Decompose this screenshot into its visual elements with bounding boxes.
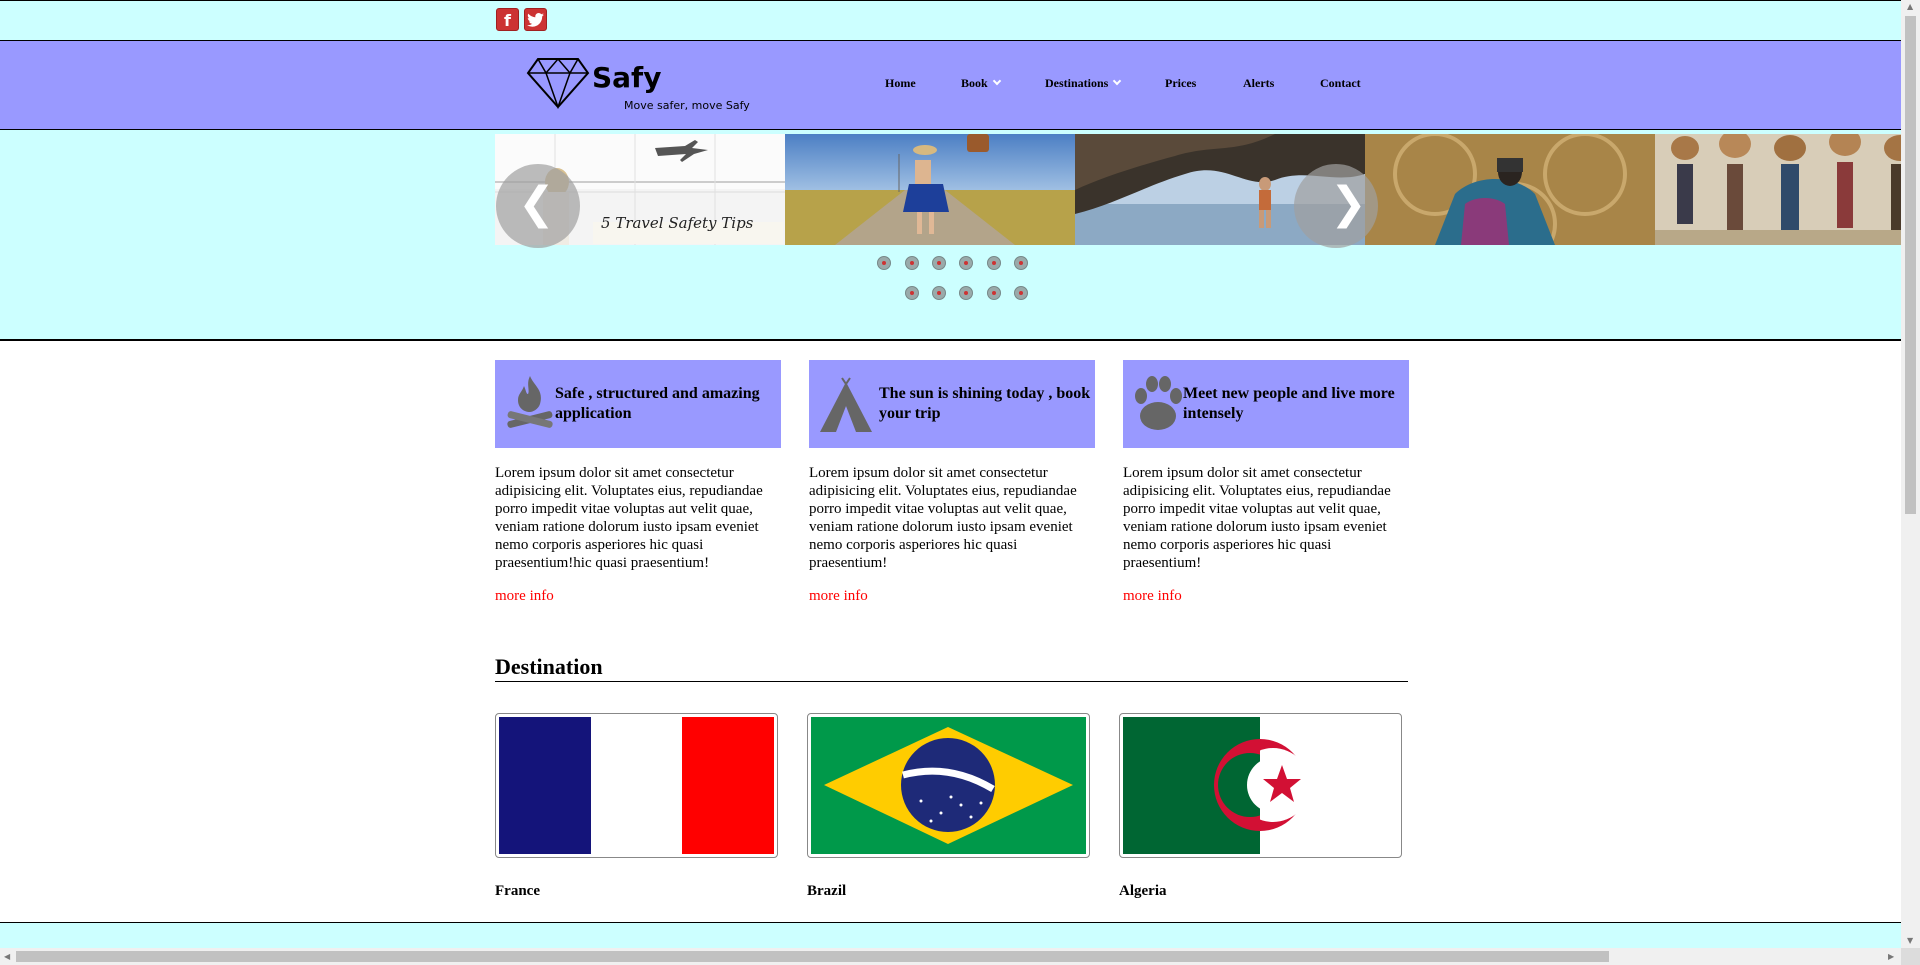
slider-dot[interactable] (932, 286, 946, 300)
scroll-left-icon[interactable]: ◀ (4, 952, 10, 961)
chevron-right-icon: ❯ (1330, 178, 1367, 229)
flag-brazil (811, 717, 1086, 854)
more-info-link[interactable]: more info (1123, 588, 1182, 605)
slider-dot[interactable] (987, 286, 1001, 300)
scroll-up-icon[interactable]: ▲ (1907, 2, 1913, 11)
feature-title: Meet new people and live more intensely (1183, 385, 1395, 422)
chevron-down-icon (992, 76, 1001, 86)
feature-text: Lorem ipsum dolor sit amet consectetur a… (809, 465, 1077, 571)
image-slider: 5 Travel Safety Tips ❮ ❯ (0, 130, 1901, 341)
scroll-down-icon[interactable]: ▼ (1907, 936, 1913, 945)
twitter-bird-icon (527, 13, 544, 27)
slide-road-trip[interactable] (785, 134, 1075, 245)
nav-contact-label: Contact (1320, 76, 1361, 90)
nav-prices[interactable]: Prices (1165, 76, 1196, 96)
nav-alerts[interactable]: Alerts (1243, 76, 1274, 96)
slider-dot[interactable] (1014, 256, 1028, 270)
feature-box-safe: Safe , structured and amazing applicatio… (495, 360, 781, 448)
logo-tagline: Move safer, move Safy (624, 99, 750, 112)
feature-text: Lorem ipsum dolor sit amet consectetur a… (1123, 465, 1391, 571)
slider-prev-button[interactable]: ❮ (496, 164, 580, 248)
feature-title: The sun is shining today , book your tri… (879, 385, 1091, 422)
nav-book[interactable]: Book (961, 76, 1001, 96)
page: f Safy Move safer, move Safy Home Book D… (0, 0, 1901, 948)
scrollbar-corner (1901, 948, 1920, 965)
scroll-right-icon[interactable]: ▶ (1888, 952, 1894, 961)
feature-text: Lorem ipsum dolor sit amet consectetur a… (495, 465, 763, 571)
feature-box-meet: Meet new people and live more intensely (1123, 360, 1409, 448)
horizontal-scrollbar[interactable]: ◀ ▶ (0, 948, 1901, 965)
nav-book-label: Book (961, 76, 988, 90)
campfire-icon (507, 376, 553, 428)
destination-name: France (495, 883, 540, 899)
destination-card-france[interactable] (495, 713, 778, 858)
feature-box-sun: The sun is shining today , book your tri… (809, 360, 1095, 448)
horizontal-scroll-thumb[interactable] (16, 951, 1609, 962)
slider-dot[interactable] (932, 256, 946, 270)
slider-dot[interactable] (877, 256, 891, 270)
flag-france (499, 717, 774, 854)
diamond-icon (526, 57, 590, 109)
destination-name: Brazil (807, 883, 847, 899)
nav-destinations-label: Destinations (1045, 76, 1109, 90)
top-bar: f (0, 0, 1901, 40)
slider-dot[interactable] (987, 256, 1001, 270)
nav-destinations[interactable]: Destinations (1045, 76, 1122, 96)
vertical-scroll-thumb[interactable] (1905, 16, 1916, 514)
slider-dot[interactable] (905, 286, 919, 300)
slider-dot[interactable] (959, 256, 973, 270)
chevron-down-icon (1113, 76, 1122, 86)
paw-icon (1135, 376, 1182, 430)
nav-alerts-label: Alerts (1243, 76, 1275, 90)
footer (0, 922, 1901, 948)
slide-caption: 5 Travel Safety Tips (601, 214, 754, 232)
logo-name: Safy (592, 61, 662, 94)
logo[interactable]: Safy Move safer, move Safy (526, 57, 756, 119)
destination-card-algeria[interactable] (1119, 713, 1402, 858)
slider-dot[interactable] (1014, 286, 1028, 300)
nav-home[interactable]: Home (885, 76, 916, 96)
nav-contact[interactable]: Contact (1320, 76, 1361, 96)
destination-heading: Destination (495, 654, 1408, 682)
more-info-link[interactable]: more info (495, 588, 554, 605)
twitter-icon[interactable] (524, 8, 547, 31)
destination-card-brazil[interactable] (807, 713, 1090, 858)
destination-name: Algeria (1119, 883, 1167, 899)
nav-prices-label: Prices (1165, 76, 1197, 90)
slide-morocco[interactable] (1365, 134, 1655, 245)
nav-home-label: Home (885, 76, 916, 90)
slider-dot[interactable] (905, 256, 919, 270)
chevron-left-icon: ❮ (518, 178, 555, 229)
more-info-link[interactable]: more info (809, 588, 868, 605)
flag-algeria (1123, 717, 1398, 854)
vertical-scrollbar[interactable]: ▲ ▼ (1901, 0, 1920, 948)
feature-title: Safe , structured and amazing applicatio… (555, 385, 760, 422)
facebook-icon[interactable]: f (496, 8, 519, 31)
tent-icon (820, 377, 872, 432)
slider-track: 5 Travel Safety Tips (495, 134, 1901, 245)
slider-dot[interactable] (959, 286, 973, 300)
slider-next-button[interactable]: ❯ (1294, 164, 1378, 248)
site-header: Safy Move safer, move Safy Home Book Des… (0, 40, 1901, 130)
slide-culture[interactable] (1655, 134, 1901, 245)
